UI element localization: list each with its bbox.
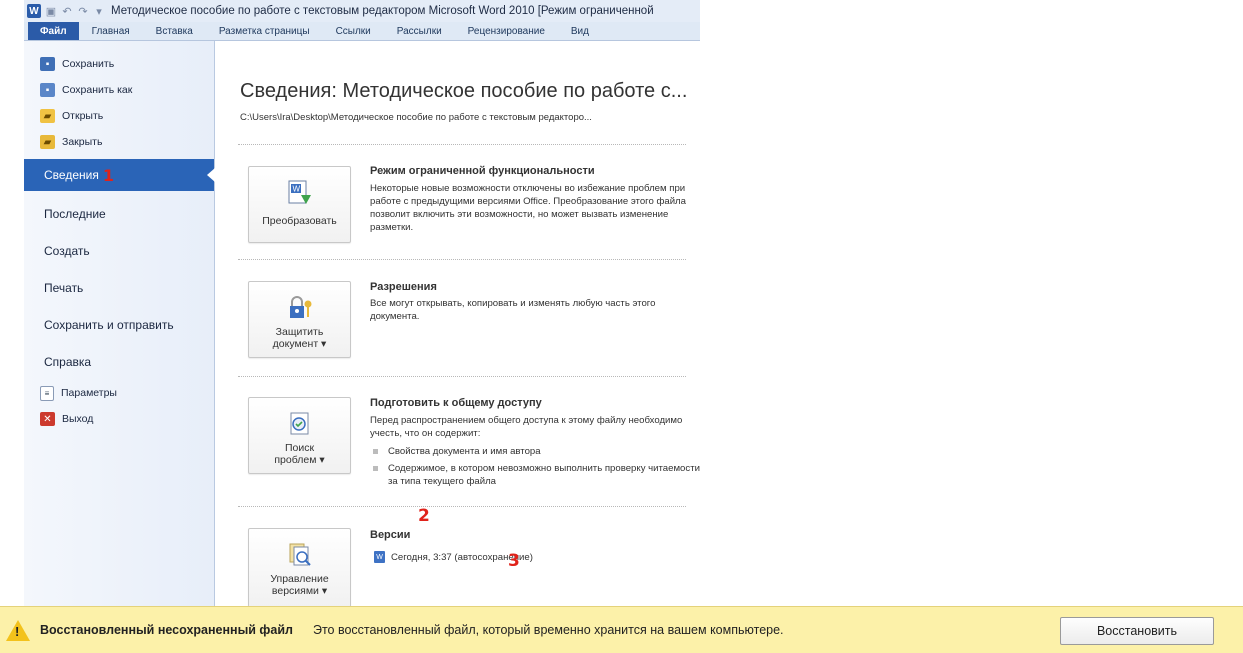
nav-close-label: Закрыть bbox=[62, 136, 103, 148]
tab-file[interactable]: Файл bbox=[28, 22, 79, 40]
word-doc-icon: W bbox=[374, 551, 385, 563]
exit-icon: ✕ bbox=[40, 412, 55, 426]
save-as-icon: ▪ bbox=[40, 83, 55, 97]
check-issues-label-2: проблем ▾ bbox=[274, 454, 325, 466]
warning-icon: ! bbox=[6, 619, 30, 641]
convert-button-label: Преобразовать bbox=[262, 215, 337, 227]
save-icon: ▪ bbox=[40, 57, 55, 71]
compat-title: Режим ограниченной функциональности bbox=[370, 165, 595, 177]
open-folder-icon: ▰ bbox=[40, 109, 55, 123]
tab-insert[interactable]: Вставка bbox=[143, 22, 206, 40]
nav-open-label: Открыть bbox=[62, 110, 104, 122]
window-title: Методическое пособие по работе с текстов… bbox=[111, 5, 654, 17]
nav-print[interactable]: Печать bbox=[24, 269, 214, 306]
restore-button[interactable]: Восстановить bbox=[1060, 617, 1214, 645]
undo-icon[interactable]: ↶ bbox=[61, 5, 73, 18]
infobar-text: Это восстановленный файл, который времен… bbox=[312, 623, 784, 637]
backstage-nav: ▪ Сохранить ▪ Сохранить как ▰ Открыть ▰ … bbox=[24, 41, 215, 606]
active-notch bbox=[207, 168, 215, 182]
manage-versions-icon bbox=[286, 541, 314, 569]
tab-review[interactable]: Рецензирование bbox=[455, 22, 558, 40]
manage-versions-label-1: Управление bbox=[270, 573, 329, 585]
tab-references[interactable]: Ссылки bbox=[323, 22, 384, 40]
marker-2: 2 bbox=[418, 506, 430, 526]
quick-access-toolbar: W ▣ ↶ ↷ ▾ bbox=[24, 4, 105, 18]
versions-title: Версии bbox=[370, 529, 411, 541]
nav-create[interactable]: Создать bbox=[24, 232, 214, 269]
word-app-icon[interactable]: W bbox=[27, 4, 41, 18]
prepare-title: Подготовить к общему доступу bbox=[370, 397, 542, 409]
options-icon: ≡ bbox=[40, 385, 54, 401]
marker-3: 3 bbox=[508, 551, 520, 571]
manage-versions-button[interactable]: Управление версиями ▾ bbox=[248, 528, 351, 606]
protect-button-label-2: документ ▾ bbox=[272, 338, 327, 350]
tab-home[interactable]: Главная bbox=[79, 22, 143, 40]
info-title: Сведения: Методическое пособие по работе… bbox=[240, 80, 688, 102]
nav-params[interactable]: ≡ Параметры bbox=[24, 380, 214, 406]
save-qat-icon[interactable]: ▣ bbox=[45, 5, 57, 18]
prepare-bullet-2: Содержимое, в котором невозможно выполни… bbox=[370, 462, 700, 488]
separator bbox=[238, 376, 686, 377]
nav-save-as-label: Сохранить как bbox=[62, 84, 133, 96]
title-bar: W ▣ ↶ ↷ ▾ Методическое пособие по работе… bbox=[24, 0, 700, 22]
recovered-file-infobar: ! Восстановленный несохраненный файл Это… bbox=[0, 606, 1243, 653]
check-issues-label-1: Поиск bbox=[284, 442, 315, 454]
prepare-text: Перед распространением общего доступа к … bbox=[370, 415, 683, 439]
check-issues-button[interactable]: Поиск проблем ▾ bbox=[248, 397, 351, 474]
svg-text:W: W bbox=[292, 185, 300, 194]
permissions-title: Разрешения bbox=[370, 281, 437, 293]
nav-info-label: Сведения bbox=[44, 168, 99, 182]
manage-versions-label-2: версиями ▾ bbox=[271, 585, 328, 597]
prepare-bullet-1: Свойства документа и имя автора bbox=[370, 445, 700, 458]
nav-save-label: Сохранить bbox=[62, 58, 115, 70]
separator bbox=[238, 259, 686, 260]
tab-view[interactable]: Вид bbox=[558, 22, 602, 40]
tab-page-layout[interactable]: Разметка страницы bbox=[206, 22, 323, 40]
nav-params-label: Параметры bbox=[61, 387, 117, 399]
protect-document-button[interactable]: Защитить документ ▾ bbox=[248, 281, 351, 358]
nav-info[interactable]: Сведения 1 bbox=[24, 159, 215, 191]
file-path: C:\Users\Ira\Desktop\Методическое пособи… bbox=[240, 112, 592, 123]
infobar-title: Восстановленный несохраненный файл bbox=[40, 623, 293, 637]
separator bbox=[238, 144, 686, 145]
nav-save-send[interactable]: Сохранить и отправить bbox=[24, 306, 214, 343]
nav-save-as[interactable]: ▪ Сохранить как bbox=[24, 77, 214, 103]
permissions-text: Все могут открывать, копировать и изменя… bbox=[370, 298, 656, 322]
redo-icon[interactable]: ↷ bbox=[77, 5, 89, 18]
tab-mailings[interactable]: Рассылки bbox=[384, 22, 455, 40]
inspect-document-icon bbox=[286, 410, 314, 438]
nav-exit[interactable]: ✕ Выход bbox=[24, 406, 214, 432]
nav-save[interactable]: ▪ Сохранить bbox=[24, 51, 214, 77]
convert-document-icon: W bbox=[286, 179, 314, 207]
ribbon-tabs: Файл Главная Вставка Разметка страницы С… bbox=[24, 22, 700, 41]
nav-open[interactable]: ▰ Открыть bbox=[24, 103, 214, 129]
protect-button-label-1: Защитить bbox=[275, 326, 324, 338]
separator bbox=[238, 506, 686, 507]
nav-exit-label: Выход bbox=[62, 413, 94, 425]
marker-1: 1 bbox=[102, 165, 114, 185]
nav-help[interactable]: Справка bbox=[24, 343, 214, 380]
nav-recent[interactable]: Последние bbox=[24, 195, 214, 232]
customize-qat-icon[interactable]: ▾ bbox=[93, 5, 105, 18]
lock-key-icon bbox=[286, 294, 314, 322]
info-panel: Сведения: Методическое пособие по работе… bbox=[215, 41, 700, 606]
close-folder-icon: ▰ bbox=[40, 135, 55, 149]
nav-close[interactable]: ▰ Закрыть bbox=[24, 129, 214, 155]
convert-button[interactable]: W Преобразовать bbox=[248, 166, 351, 243]
word-window: W ▣ ↶ ↷ ▾ Методическое пособие по работе… bbox=[24, 0, 700, 606]
compat-text: Некоторые новые возможности отключены во… bbox=[370, 183, 686, 233]
